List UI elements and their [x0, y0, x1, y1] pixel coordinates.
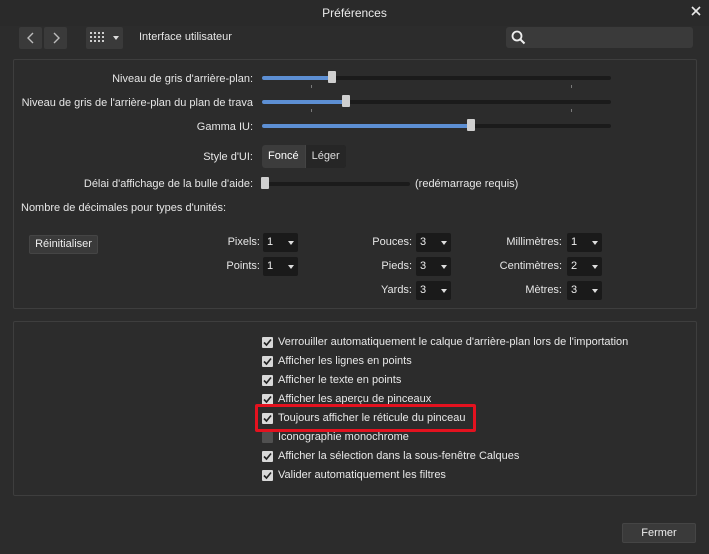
close-icon[interactable]	[689, 4, 703, 18]
reset-button[interactable]: Réinitialiser	[29, 235, 98, 254]
bg-gray-label: Niveau de gris d'arrière-plan:	[112, 73, 253, 85]
checkbox[interactable]	[262, 393, 273, 405]
unit-label-millimeters: Millimètres:	[506, 236, 562, 248]
chevron-down-icon	[441, 265, 447, 269]
checkbox[interactable]	[262, 336, 273, 348]
ui-style-light-option[interactable]: Léger	[304, 145, 346, 168]
unit-select-millimeters[interactable]: 1	[567, 233, 602, 252]
unit-select-pixels[interactable]: 1	[263, 233, 298, 252]
slider-fill	[262, 76, 332, 80]
forward-button[interactable]	[44, 27, 67, 49]
grid-icon	[90, 32, 104, 42]
unit-value: 1	[571, 236, 578, 248]
toolbar: Interface utilisateur	[0, 26, 709, 50]
unit-value: 2	[571, 260, 578, 272]
gamma-slider[interactable]	[262, 119, 611, 133]
chevron-down-icon	[592, 289, 598, 293]
chevron-down-icon	[592, 265, 598, 269]
slider-track	[262, 182, 410, 186]
unit-value: 1	[267, 260, 274, 272]
unit-select-feet[interactable]: 3	[416, 257, 451, 276]
unit-value: 3	[420, 236, 427, 248]
chevron-down-icon	[288, 241, 294, 245]
option-label: Afficher le texte en points	[278, 374, 402, 386]
unit-select-inches[interactable]: 3	[416, 233, 451, 252]
unit-label-points: Points:	[226, 260, 260, 272]
unit-select-centimeters[interactable]: 2	[567, 257, 602, 276]
sections-menu-button[interactable]	[86, 27, 123, 49]
slider-tick	[571, 85, 572, 88]
slider-knob[interactable]	[467, 119, 476, 131]
checkbox[interactable]	[262, 450, 273, 462]
slider-tick	[571, 109, 572, 112]
option-label: Afficher les lignes en points	[278, 355, 412, 367]
bg-gray-slider[interactable]	[262, 71, 611, 85]
tooltip-delay-label: Délai d'affichage de la bulle d'aide:	[83, 178, 253, 190]
chevron-right-icon	[53, 32, 60, 44]
unit-label-centimeters: Centimètres:	[499, 260, 562, 272]
unit-value: 3	[420, 284, 427, 296]
chevron-down-icon	[441, 241, 447, 245]
chevron-down-icon	[441, 289, 447, 293]
search-input[interactable]	[506, 27, 693, 48]
option-layers-selection[interactable]: Afficher la sélection dans la sous-fenêt…	[262, 448, 519, 464]
option-lock-background[interactable]: Verrouiller automatiquement le calque d'…	[262, 334, 628, 350]
back-button[interactable]	[19, 27, 42, 49]
unit-value: 1	[267, 236, 274, 248]
unit-select-meters[interactable]: 3	[567, 281, 602, 300]
unit-label-pixels: Pixels:	[227, 236, 260, 248]
option-label: Iconographie monochrome	[278, 431, 409, 443]
unit-label-meters: Mètres:	[525, 284, 562, 296]
slider-knob[interactable]	[327, 71, 336, 83]
ui-style-toggle[interactable]: Foncé Léger	[262, 145, 346, 168]
checkbox[interactable]	[262, 469, 273, 481]
slider-knob[interactable]	[341, 95, 350, 107]
gamma-label: Gamma IU:	[196, 121, 253, 133]
workspace-gray-label: Niveau de gris de l'arrière-plan du plan…	[21, 97, 253, 109]
search-icon	[511, 30, 526, 45]
unit-value: 3	[571, 284, 578, 296]
checkbox[interactable]	[262, 431, 273, 443]
unit-select-yards[interactable]: 3	[416, 281, 451, 300]
checkbox[interactable]	[262, 355, 273, 367]
chevron-down-icon	[113, 36, 119, 40]
tooltip-delay-note: (redémarrage requis)	[415, 178, 519, 190]
option-label: Verrouiller automatiquement le calque d'…	[278, 336, 629, 348]
option-label: Valider automatiquement les filtres	[278, 469, 446, 481]
chevron-down-icon	[288, 265, 294, 269]
option-auto-commit-filters[interactable]: Valider automatiquement les filtres	[262, 467, 446, 483]
decimals-label: Nombre de décimales pour types d'unités:	[21, 202, 227, 214]
chevron-left-icon	[26, 32, 33, 44]
ui-style-dark-option[interactable]: Foncé	[262, 145, 305, 168]
tooltip-delay-slider[interactable]	[260, 177, 410, 191]
workspace-gray-slider[interactable]	[262, 95, 611, 109]
close-button[interactable]: Fermer	[622, 523, 696, 543]
unit-label-inches: Pouces:	[372, 236, 412, 248]
unit-select-points[interactable]: 1	[263, 257, 298, 276]
checkbox[interactable]	[262, 374, 273, 386]
option-text-in-points[interactable]: Afficher le texte en points	[262, 372, 401, 388]
title-bar: Préférences	[0, 0, 709, 26]
window-title: Préférences	[322, 6, 387, 20]
option-label: Afficher la sélection dans la sous-fenêt…	[278, 450, 520, 462]
option-lines-in-points[interactable]: Afficher les lignes en points	[262, 353, 412, 369]
slider-tick	[311, 85, 312, 88]
slider-fill	[262, 100, 346, 104]
slider-tick	[311, 109, 312, 112]
slider-knob[interactable]	[260, 177, 269, 189]
unit-label-yards: Yards:	[381, 284, 412, 296]
chevron-down-icon	[592, 241, 598, 245]
unit-value: 3	[420, 260, 427, 272]
slider-fill	[262, 124, 472, 128]
section-label: Interface utilisateur	[139, 31, 232, 43]
ui-style-label: Style d'UI:	[203, 151, 253, 163]
highlight-box	[255, 404, 476, 432]
unit-label-feet: Pieds:	[381, 260, 412, 272]
